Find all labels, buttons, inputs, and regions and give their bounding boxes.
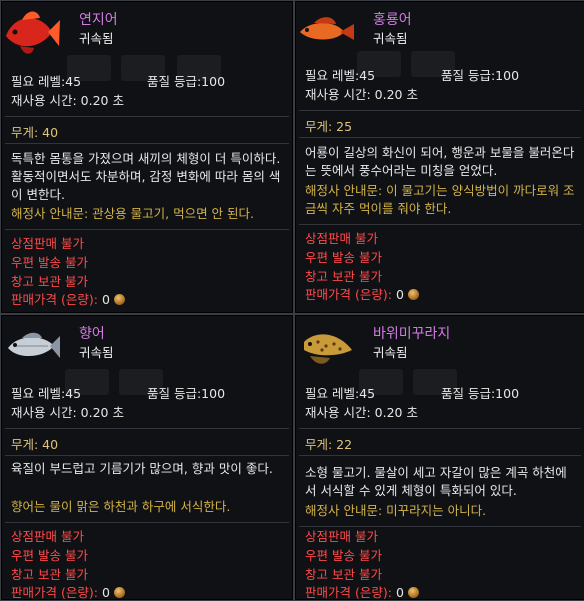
item-name: 연지어 (79, 12, 118, 28)
item-hint: 해정사 안내문: 관상용 물고기, 먹으면 안 된다. (11, 206, 254, 221)
divider (299, 526, 581, 527)
item-description: 독특한 몸통을 가졌으며 새끼의 체형이 더 특이하다. 활동적이면서도 차분하… (11, 151, 281, 202)
quality-grade: 품질 등급:100 (147, 386, 226, 401)
required-level: 필요 레벨:45 (11, 386, 82, 401)
bound-status: 귀속됨 (373, 31, 408, 46)
restriction-storage: 창고 보관 불가 (305, 567, 382, 582)
divider (5, 229, 289, 230)
restriction-mail: 우편 발송 불가 (11, 255, 88, 270)
stats-row: 필요 레벨:45 품질 등급:100 (11, 385, 285, 403)
divider (299, 110, 581, 111)
restriction-shop: 상점판매 불가 (11, 236, 84, 251)
price-label: 판매가격 (은량): (305, 287, 392, 302)
coin-icon (113, 294, 125, 305)
price-label: 판매가격 (은량): (305, 585, 392, 600)
cooldown: 재사용 시간: 0.20 초 (305, 87, 418, 102)
cooldown: 재사용 시간: 0.20 초 (11, 93, 124, 108)
restriction-mail: 우편 발송 불가 (11, 548, 88, 563)
restriction-shop: 상점판매 불가 (305, 231, 378, 246)
divider (299, 137, 581, 138)
bound-status: 귀속됨 (79, 31, 114, 46)
divider (5, 116, 289, 117)
divider (299, 224, 581, 225)
bound-status: 귀속됨 (373, 345, 408, 360)
item-weight: 무게: 40 (11, 125, 59, 140)
required-level: 필요 레벨:45 (305, 386, 376, 401)
item-tooltip-1: 연지어 귀속됨 필요 레벨:45 품질 등급:100 재사용 시간: 0.20 … (0, 0, 294, 314)
item-name: 향어 (79, 326, 105, 342)
restriction-storage: 창고 보관 불가 (11, 274, 88, 289)
restriction-shop: 상점판매 불가 (11, 529, 84, 544)
price-label: 판매가격 (은량): (11, 585, 98, 600)
divider (299, 455, 581, 456)
required-level: 필요 레벨:45 (11, 74, 82, 89)
spotted-loach-icon (295, 315, 357, 377)
divider (5, 455, 289, 456)
cooldown: 재사용 시간: 0.20 초 (305, 405, 418, 420)
price-label: 판매가격 (은량): (11, 292, 98, 307)
item-hint: 해정사 안내문: 미꾸라지는 아니다. (305, 503, 487, 518)
screen: { "tooltips": [ { "name": "연지어", "bound"… (0, 0, 584, 601)
item-name: 홍룡어 (373, 12, 412, 28)
divider (299, 428, 581, 429)
silver-fish-icon (1, 315, 63, 377)
restriction-storage: 창고 보관 불가 (305, 269, 382, 284)
divider (5, 522, 289, 523)
item-tooltip-4: 바위미꾸라지 귀속됨 필요 레벨:45 품질 등급:100 재사용 시간: 0.… (294, 314, 584, 601)
restriction-storage: 창고 보관 불가 (11, 567, 88, 582)
cooldown: 재사용 시간: 0.20 초 (11, 405, 124, 420)
required-level: 필요 레벨:45 (305, 68, 376, 83)
price-value: 0 (395, 585, 404, 600)
red-fish-icon (1, 1, 63, 63)
item-description: 소형 물고기. 물살이 세고 자갈이 많은 계곡 하천에서 서식할 수 있게 체… (305, 465, 567, 498)
coin-icon (113, 587, 125, 598)
restriction-mail: 우편 발송 불가 (305, 548, 382, 563)
restriction-mail: 우편 발송 불가 (305, 250, 382, 265)
price-value: 0 (101, 585, 110, 600)
quality-grade: 품질 등급:100 (147, 74, 226, 89)
sell-price: 판매가격 (은량): 0 (305, 286, 419, 304)
coin-icon (407, 289, 419, 300)
price-value: 0 (395, 287, 404, 302)
quality-grade: 품질 등급:100 (441, 386, 520, 401)
sell-price: 판매가격 (은량): 0 (11, 291, 125, 309)
item-weight: 무게: 22 (305, 437, 353, 452)
divider (5, 143, 289, 144)
item-name: 바위미꾸라지 (373, 326, 451, 342)
coin-icon (407, 587, 419, 598)
stats-row: 필요 레벨:45 품질 등급:100 (305, 385, 577, 403)
item-weight: 무게: 25 (305, 119, 353, 134)
stats-row: 필요 레벨:45 품질 등급:100 (11, 73, 285, 91)
item-tooltip-3: 향어 귀속됨 필요 레벨:45 품질 등급:100 재사용 시간: 0.20 초… (0, 314, 294, 601)
quality-grade: 품질 등급:100 (441, 68, 520, 83)
item-hint: 해정사 안내문: 이 물고기는 양식방법이 까다로워 조금씩 자주 먹이를 줘야… (305, 183, 575, 216)
price-value: 0 (101, 292, 110, 307)
item-hint: 향어는 물이 맑은 하천과 하구에 서식한다. (11, 499, 231, 514)
restriction-shop: 상점판매 불가 (305, 529, 378, 544)
divider (5, 428, 289, 429)
item-description: 육질이 부드럽고 기름기가 많으며, 향과 맛이 좋다. (11, 461, 273, 476)
item-description: 어룡이 길상의 화신이 되어, 행운과 보물을 불러온다는 뜻에서 풍수어라는 … (305, 145, 575, 178)
stats-row: 필요 레벨:45 품질 등급:100 (305, 67, 577, 85)
sell-price: 판매가격 (은량): 0 (11, 584, 125, 600)
red-arowana-icon (295, 1, 357, 63)
bound-status: 귀속됨 (79, 345, 114, 360)
item-weight: 무게: 40 (11, 437, 59, 452)
item-tooltip-2: 홍룡어 귀속됨 필요 레벨:45 품질 등급:100 재사용 시간: 0.20 … (294, 0, 584, 314)
sell-price: 판매가격 (은량): 0 (305, 584, 419, 600)
